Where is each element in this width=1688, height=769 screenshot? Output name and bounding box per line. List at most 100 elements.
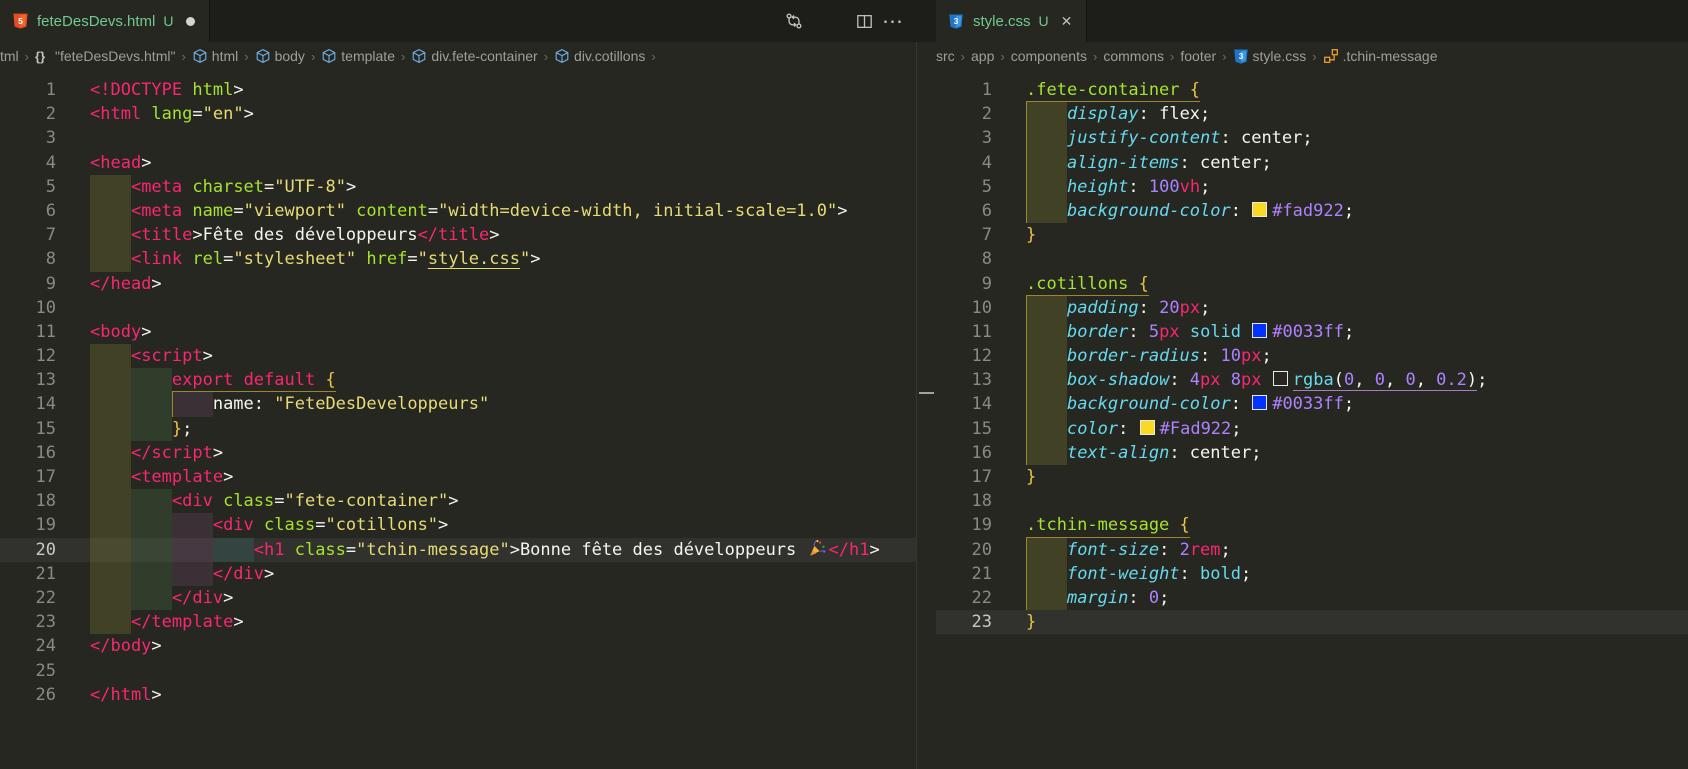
code-token: { xyxy=(1139,274,1149,294)
line-content: </head> xyxy=(90,272,916,296)
code-line[interactable]: 14 name: "FeteDesDeveloppeurs" xyxy=(0,392,916,416)
code-token: > xyxy=(233,80,243,100)
overview-ruler[interactable] xyxy=(916,42,937,769)
code-line[interactable]: 25 xyxy=(0,659,916,683)
code-line[interactable]: 26</html> xyxy=(0,683,916,707)
code-line[interactable]: 19 <div class="cotillons"> xyxy=(0,513,916,537)
code-line[interactable]: 22 </div> xyxy=(0,586,916,610)
code-line[interactable]: 4<head> xyxy=(0,151,916,175)
code-token xyxy=(90,515,213,535)
line-content: } xyxy=(1026,610,1688,634)
code-line[interactable]: 11<body> xyxy=(0,320,916,344)
code-token: text-align xyxy=(1067,443,1169,463)
code-token: export xyxy=(172,370,233,390)
code-line[interactable]: 19.tchin-message { xyxy=(936,513,1688,537)
compare-changes-icon[interactable] xyxy=(783,10,805,32)
code-line[interactable]: 9.cotillons { xyxy=(936,272,1688,296)
split-editor-icon[interactable] xyxy=(853,10,875,32)
code-line[interactable]: 16 text-align: center; xyxy=(936,441,1688,465)
code-line[interactable]: 3 xyxy=(0,126,916,150)
code-line[interactable]: 8 xyxy=(936,247,1688,271)
code-line[interactable]: 3 justify-content: center; xyxy=(936,126,1688,150)
code-line[interactable]: 20 <h1 class="tchin-message">Bonne fête … xyxy=(0,538,916,562)
code-line[interactable]: 2<html lang="en"> xyxy=(0,102,916,126)
code-line[interactable]: 24</body> xyxy=(0,634,916,658)
code-editor-html[interactable]: 1<!DOCTYPE html>2<html lang="en">34<head… xyxy=(0,70,916,769)
code-line[interactable]: 11 border: 5px solid #0033ff; xyxy=(936,320,1688,344)
code-line[interactable]: 12 <script> xyxy=(0,344,916,368)
code-line[interactable]: 8 <link rel="stylesheet" href="style.css… xyxy=(0,247,916,271)
code-token: : xyxy=(1128,588,1148,608)
code-line[interactable]: 18 <div class="fete-container"> xyxy=(0,489,916,513)
code-token: background-color xyxy=(1067,394,1231,414)
breadcrumb-item[interactable]: body xyxy=(255,48,305,64)
bracket-guide-horizontal xyxy=(1026,101,1200,102)
stylesheet-link[interactable]: style.css xyxy=(428,249,520,269)
breadcrumb-item[interactable]: {}"feteDesDevs.html" xyxy=(35,48,175,64)
code-line[interactable]: 12 border-radius: 10px; xyxy=(936,344,1688,368)
code-line[interactable]: 1.fete-container { xyxy=(936,78,1688,102)
code-token xyxy=(90,467,131,487)
code-token: ; xyxy=(1200,104,1210,124)
code-line[interactable]: 17 <template> xyxy=(0,465,916,489)
code-line[interactable]: 20 font-size: 2rem; xyxy=(936,538,1688,562)
close-icon[interactable]: ✕ xyxy=(1061,14,1073,28)
breadcrumb-item[interactable]: html xyxy=(192,48,238,64)
code-line[interactable]: 2 display: flex; xyxy=(936,102,1688,126)
breadcrumb-item[interactable]: app xyxy=(971,48,994,64)
line-number: 25 xyxy=(0,659,56,683)
code-line[interactable]: 9</head> xyxy=(0,272,916,296)
breadcrumb-item[interactable]: components xyxy=(1011,48,1087,64)
code-line[interactable]: 15 }; xyxy=(0,417,916,441)
more-actions-icon[interactable]: ⋯ xyxy=(882,10,904,38)
line-content: <!DOCTYPE html> xyxy=(90,78,916,102)
tab-style-css[interactable]: 3 style.css U ✕ xyxy=(936,0,1087,42)
code-line[interactable]: 23 </template> xyxy=(0,610,916,634)
code-line[interactable]: 16 </script> xyxy=(0,441,916,465)
line-content xyxy=(90,659,916,683)
breadcrumb-item[interactable]: template xyxy=(321,48,395,64)
code-line[interactable]: 15 color: #Fad922; xyxy=(936,417,1688,441)
breadcrumb-item[interactable]: commons xyxy=(1103,48,1164,64)
color-swatch xyxy=(1252,323,1267,338)
code-line[interactable]: 6 <meta name="viewport" content="width=d… xyxy=(0,199,916,223)
code-line[interactable]: 22 margin: 0; xyxy=(936,586,1688,610)
breadcrumb-item[interactable]: div.fete-container xyxy=(411,48,537,64)
breadcrumb-item[interactable]: src xyxy=(936,48,955,64)
code-line[interactable]: 4 align-items: center; xyxy=(936,151,1688,175)
breadcrumb-item[interactable]: footer xyxy=(1180,48,1216,64)
code-line[interactable]: 5 <meta charset="UTF-8"> xyxy=(0,175,916,199)
code-line[interactable]: 21 font-weight: bold; xyxy=(936,562,1688,586)
code-editor-css[interactable]: 1.fete-container {2 display: flex;3 just… xyxy=(936,70,1688,769)
code-line[interactable]: 17} xyxy=(936,465,1688,489)
code-line[interactable]: 10 xyxy=(0,296,916,320)
breadcrumb-item[interactable]: .tchin-message xyxy=(1323,48,1438,64)
breadcrumb-item[interactable]: tml xyxy=(0,48,19,64)
code-line[interactable]: 6 background-color: #fad922; xyxy=(936,199,1688,223)
breadcrumb-item[interactable]: div.cotillons xyxy=(554,48,645,64)
code-line[interactable]: 18 xyxy=(936,489,1688,513)
code-token: > xyxy=(244,104,254,124)
code-token xyxy=(90,491,172,511)
code-line[interactable]: 21 </div> xyxy=(0,562,916,586)
code-line[interactable]: 10 padding: 20px; xyxy=(936,296,1688,320)
code-line[interactable]: 14 background-color: #0033ff; xyxy=(936,392,1688,416)
code-token: " xyxy=(520,249,530,269)
breadcrumb-item[interactable]: 3style.css xyxy=(1233,48,1307,64)
code-line[interactable]: 13 box-shadow: 4px 8px rgba(0, 0, 0, 0.2… xyxy=(936,368,1688,392)
class-icon xyxy=(1323,48,1339,64)
code-line[interactable]: 7 <title>Fête des développeurs</title> xyxy=(0,223,916,247)
code-token: "FeteDesDeveloppeurs" xyxy=(274,394,489,414)
code-token: <head xyxy=(90,153,141,173)
code-line[interactable]: 7} xyxy=(936,223,1688,247)
code-line[interactable]: 1<!DOCTYPE html> xyxy=(0,78,916,102)
line-number: 3 xyxy=(936,126,992,150)
code-line[interactable]: 5 height: 100vh; xyxy=(936,175,1688,199)
code-line[interactable]: 13 export default { xyxy=(0,368,916,392)
code-line[interactable]: 23} xyxy=(936,610,1688,634)
code-token: } xyxy=(172,419,182,439)
code-token: justify-content xyxy=(1067,128,1221,148)
line-content: } xyxy=(1026,465,1688,489)
code-token xyxy=(1026,564,1067,584)
code-token: , xyxy=(1416,370,1436,391)
